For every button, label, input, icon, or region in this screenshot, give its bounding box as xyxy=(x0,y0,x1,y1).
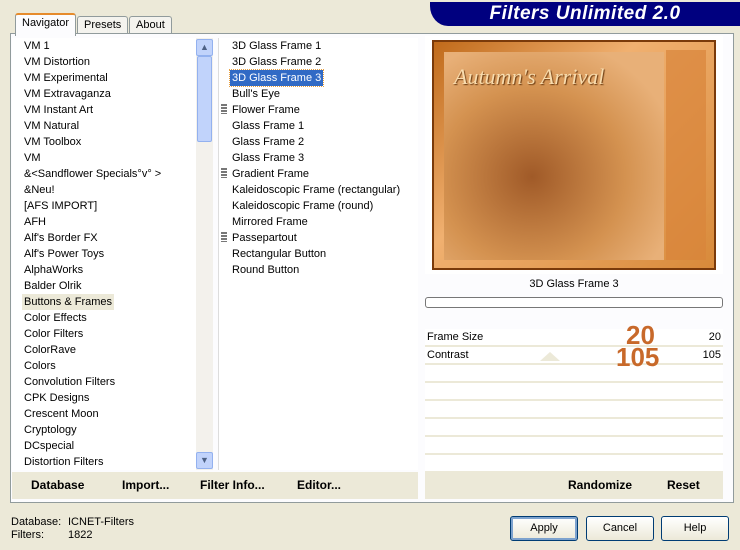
param-label: Frame Size xyxy=(427,331,484,343)
database-value: ICNET-Filters xyxy=(68,516,134,528)
filter-item[interactable]: Mirrored Frame xyxy=(230,214,308,230)
category-item[interactable]: Crescent Moon xyxy=(22,406,99,422)
tab-presets[interactable]: Presets xyxy=(77,16,129,34)
filter-item[interactable]: 3D Glass Frame 3 xyxy=(228,69,325,87)
category-item[interactable]: VM Extravaganza xyxy=(22,86,111,102)
param-contrast[interactable]: Contrast 105 xyxy=(425,347,723,365)
preview-logo-text: Autumn's Arrival xyxy=(454,64,605,89)
cancel-button[interactable]: Cancel xyxy=(586,516,654,541)
slider-thumb-icon[interactable] xyxy=(540,352,560,361)
tab-about[interactable]: About xyxy=(129,16,172,34)
filter-item[interactable]: 3D Glass Frame 2 xyxy=(230,54,321,70)
reset-button[interactable]: Reset xyxy=(667,478,700,492)
tab-navigator[interactable]: Navigator xyxy=(15,13,77,36)
import-button[interactable]: Import... xyxy=(122,478,169,492)
category-item[interactable]: DCspecial xyxy=(22,438,74,454)
category-item[interactable]: CPK Designs xyxy=(22,390,89,406)
filter-item[interactable]: Bull's Eye xyxy=(230,86,280,102)
category-item[interactable]: Distortion Filters xyxy=(22,454,103,470)
help-button[interactable]: Help xyxy=(661,516,729,541)
category-item[interactable]: Colors xyxy=(22,358,56,374)
category-item[interactable]: &<Sandflower Specials°v° > xyxy=(22,166,161,182)
filter-list[interactable]: 3D Glass Frame 1 3D Glass Frame 2 3D Glass… xyxy=(218,38,418,470)
filters-count: 1822 xyxy=(68,529,93,541)
filter-item[interactable]: Glass Frame 1 xyxy=(230,118,304,134)
category-item[interactable]: VM 1 xyxy=(22,38,50,54)
scroll-down-icon[interactable]: ▼ xyxy=(196,452,213,469)
filter-info-button[interactable]: Filter Info... xyxy=(200,478,265,492)
editor-button[interactable]: Editor... xyxy=(297,478,341,492)
filter-item[interactable]: Passepartout xyxy=(230,230,297,246)
category-item[interactable]: AFH xyxy=(22,214,46,230)
grip-icon xyxy=(221,168,227,178)
annotation-contrast: 105 xyxy=(616,342,660,372)
category-item[interactable]: Color Filters xyxy=(22,326,83,342)
preview-image: Autumn's Arrival xyxy=(432,40,716,270)
scroll-up-icon[interactable]: ▲ xyxy=(196,39,213,56)
param-value: 20 xyxy=(708,331,721,343)
preview-area: Autumn's Arrival xyxy=(425,36,723,274)
grip-icon xyxy=(221,232,227,242)
param-frame-size[interactable]: Frame Size 20 xyxy=(425,329,723,347)
category-item[interactable]: &Neu! xyxy=(22,182,55,198)
progress-bar xyxy=(425,297,723,308)
category-item[interactable]: Color Effects xyxy=(22,310,87,326)
filter-item[interactable]: Kaleidoscopic Frame (round) xyxy=(230,198,373,214)
category-list[interactable]: VM 1 VM Distortion VM Experimental VM Extra… xyxy=(12,38,196,470)
grip-icon xyxy=(221,104,227,114)
filter-item[interactable]: Rectangular Button xyxy=(230,246,326,262)
database-button[interactable]: Database xyxy=(31,478,84,492)
category-item[interactable]: Convolution Filters xyxy=(22,374,115,390)
category-item[interactable]: Buttons & Frames xyxy=(22,294,115,310)
filter-item[interactable]: 3D Glass Frame 1 xyxy=(230,38,321,54)
category-item[interactable]: VM Distortion xyxy=(22,54,90,70)
category-item[interactable]: AlphaWorks xyxy=(22,262,83,278)
param-label: Contrast xyxy=(427,349,469,361)
category-item[interactable]: ColorRave xyxy=(22,342,76,358)
category-item[interactable]: VM Toolbox xyxy=(22,134,81,150)
category-item[interactable]: VM Natural xyxy=(22,118,79,134)
database-label: Database: xyxy=(11,516,62,528)
category-item[interactable]: Alf's Power Toys xyxy=(22,246,104,262)
category-item[interactable]: VM Experimental xyxy=(22,70,108,86)
param-value: 105 xyxy=(702,349,721,361)
filter-item[interactable]: Kaleidoscopic Frame (rectangular) xyxy=(230,182,400,198)
filter-item[interactable]: Round Button xyxy=(230,262,299,278)
category-item[interactable]: Cryptology xyxy=(22,422,77,438)
apply-button[interactable]: Apply xyxy=(510,516,578,541)
filter-item[interactable]: Glass Frame 2 xyxy=(230,134,304,150)
app-title: Filters Unlimited 2.0 xyxy=(430,2,740,26)
filter-item[interactable]: Gradient Frame xyxy=(230,166,309,182)
filters-label: Filters: xyxy=(11,529,44,541)
category-item[interactable]: Alf's Border FX xyxy=(22,230,98,246)
filter-item[interactable]: Flower Frame xyxy=(230,102,300,118)
category-item[interactable]: [AFS IMPORT] xyxy=(22,198,97,214)
filter-item[interactable]: Glass Frame 3 xyxy=(230,150,304,166)
category-item[interactable]: Balder Olrik xyxy=(22,278,81,294)
randomize-button[interactable]: Randomize xyxy=(568,478,632,492)
scrollbar-thumb[interactable] xyxy=(197,56,212,142)
preview-filter-name: 3D Glass Frame 3 xyxy=(529,278,619,290)
category-item[interactable]: VM xyxy=(22,150,41,166)
category-item[interactable]: VM Instant Art xyxy=(22,102,93,118)
